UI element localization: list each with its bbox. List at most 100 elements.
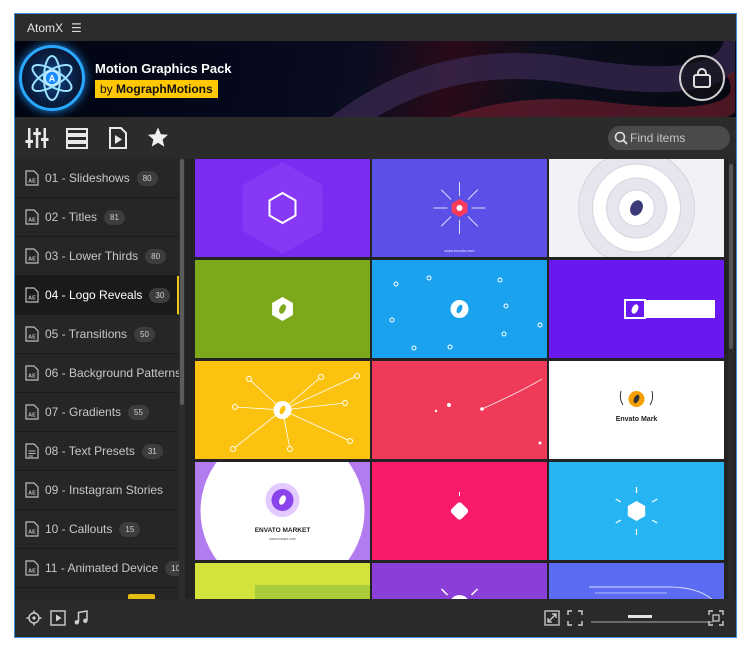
grid-scrollbar-thumb[interactable] [729,164,733,349]
thumbnail-tile[interactable] [195,361,370,459]
sidebar-item-10[interactable]: AE 10 - Callouts 15 [15,510,180,549]
sidebar-item-9[interactable]: AE 09 - Instagram Stories [15,471,180,510]
count-badge: 30 [149,287,171,303]
list-view-icon[interactable] [65,126,89,150]
thumbnail-preview [389,275,543,351]
thumbnail-preview: Envato Mark [616,390,658,423]
thumbnail-tile[interactable] [195,563,370,599]
pack-title: Motion Graphics Pack [95,61,232,76]
count-badge: 31 [141,443,163,459]
count-badge: 15 [119,521,141,537]
zoom-slider-thumb[interactable] [627,615,652,618]
sidebar-item-5[interactable]: AE 05 - Transitions 50 [15,315,180,354]
ae-file-icon: AE [25,209,39,225]
fullscreen-icon[interactable] [567,610,583,626]
preview-file-icon[interactable] [106,126,130,150]
thumbnail-tile[interactable] [372,563,547,599]
thumbnail-tile[interactable] [549,159,724,257]
svg-text:A: A [49,74,56,84]
thumbnail-tile[interactable]: www.envato.com [372,159,547,257]
search-icon [614,131,628,145]
app-window: AtomX ☰ A Motion Graphics Pack by Mograp… [14,13,737,638]
thumbnail-preview [450,492,469,520]
thumbnail-tile[interactable] [549,563,724,599]
ae-file-icon: AE [25,365,39,381]
toolbar [15,117,736,159]
thumbnail-preview [242,162,323,254]
sidebar-item-label: 02 - Titles [45,210,98,224]
thumbnail-tile[interactable] [549,462,724,560]
shopping-bag-button[interactable] [679,55,725,101]
sidebar-item-3[interactable]: AE 03 - Lower Thirds 80 [15,237,180,276]
thumbnail-tile[interactable] [372,260,547,358]
sidebar-item-6[interactable]: AE 06 - Background Patterns [15,354,181,393]
banner-background-art [330,41,735,117]
sidebar-item-label: 11 - Animated Device [45,561,159,575]
play-box-icon[interactable] [50,610,66,626]
thumbnail-tile[interactable]: Envato Mark [549,361,724,459]
thumbnail-tile[interactable] [195,260,370,358]
ae-file-icon: AE [25,248,39,264]
sidebar-item-label: 04 - Logo Reveals [45,288,143,302]
pack-banner: A Motion Graphics Pack by MographMotions [15,41,736,117]
thumbnail-grid: www.envato.com Envato Mark ENVATO MARKET ww… [195,159,726,599]
target-icon[interactable] [26,610,42,626]
expand-icon[interactable] [544,610,560,626]
music-note-icon[interactable] [73,610,89,626]
svg-text:AE: AE [28,374,36,380]
star-icon[interactable] [146,126,170,150]
ae-file-icon [25,443,39,459]
ae-file-icon: AE [25,326,39,342]
search-box[interactable] [608,126,730,150]
thumbnail-caption: www.envato.com [269,537,296,541]
svg-text:AE: AE [28,335,36,341]
shopping-bag-icon [693,68,711,88]
sidebar-item-11[interactable]: AE 11 - Animated Device 10 [15,549,185,588]
sidebar-item-4[interactable]: AE 04 - Logo Reveals 30 [15,276,180,315]
sidebar-item-label: 10 - Callouts [45,522,113,536]
sidebar-item-1[interactable]: AE 01 - Slideshows 80 [15,159,180,198]
count-badge: 80 [145,248,167,264]
search-input[interactable] [630,129,724,147]
svg-text:AE: AE [28,218,36,224]
hamburger-menu-icon[interactable]: ☰ [71,21,82,35]
thumbnail-preview [230,373,360,452]
atom-logo-icon: A [19,45,85,111]
sidebar-scrollbar-thumb[interactable] [180,159,184,405]
thumbnail-tile[interactable] [195,159,370,257]
svg-text:AE: AE [28,530,36,536]
svg-text:AE: AE [28,413,36,419]
ae-file-icon: AE [25,170,39,186]
zoom-slider-track[interactable] [591,621,713,623]
svg-text:AE: AE [28,296,36,302]
author-badge[interactable]: by MographMotions [95,80,218,98]
thumbnail-tile[interactable] [372,462,547,560]
category-sidebar: AE 01 - Slideshows 80 AE 02 - Titles 81 AE 03 -… [15,159,185,599]
sidebar-item-2[interactable]: AE 02 - Titles 81 [15,198,180,237]
thumbnail-caption: Envato Mark [616,416,658,423]
author-prefix: by [100,82,113,96]
sliders-icon[interactable] [25,126,49,150]
title-bar: AtomX ☰ [15,14,736,41]
thumbnail-tile[interactable]: ENVATO MARKET www.envato.com [195,462,370,560]
svg-text:AE: AE [28,257,36,263]
thumbnail-preview: www.envato.com [433,182,486,253]
thumbnail-preview [578,159,695,257]
ae-file-icon: AE [25,560,39,576]
thumbnail-tile[interactable] [372,361,547,459]
sidebar-item-8[interactable]: 08 - Text Presets 31 [15,432,180,471]
sidebar-item-label: 08 - Text Presets [45,444,135,458]
sidebar-item-label: 05 - Transitions [45,327,128,341]
thumbnail-preview [255,585,370,599]
sidebar-item-label: 01 - Slideshows [45,171,130,185]
count-badge: 55 [128,404,149,420]
thumbnail-tile[interactable] [549,260,724,358]
fit-icon[interactable] [708,610,724,626]
sidebar-item-7[interactable]: AE 07 - Gradients 55 [15,393,180,432]
thumbnail-preview [624,299,715,319]
count-badge: 80 [136,170,158,186]
thumbnail-caption: ENVATO MARKET [255,527,311,534]
sidebar-item-label: 09 - Instagram Stories [45,483,164,497]
svg-text:AE: AE [28,179,36,185]
ae-file-icon: AE [25,521,39,537]
